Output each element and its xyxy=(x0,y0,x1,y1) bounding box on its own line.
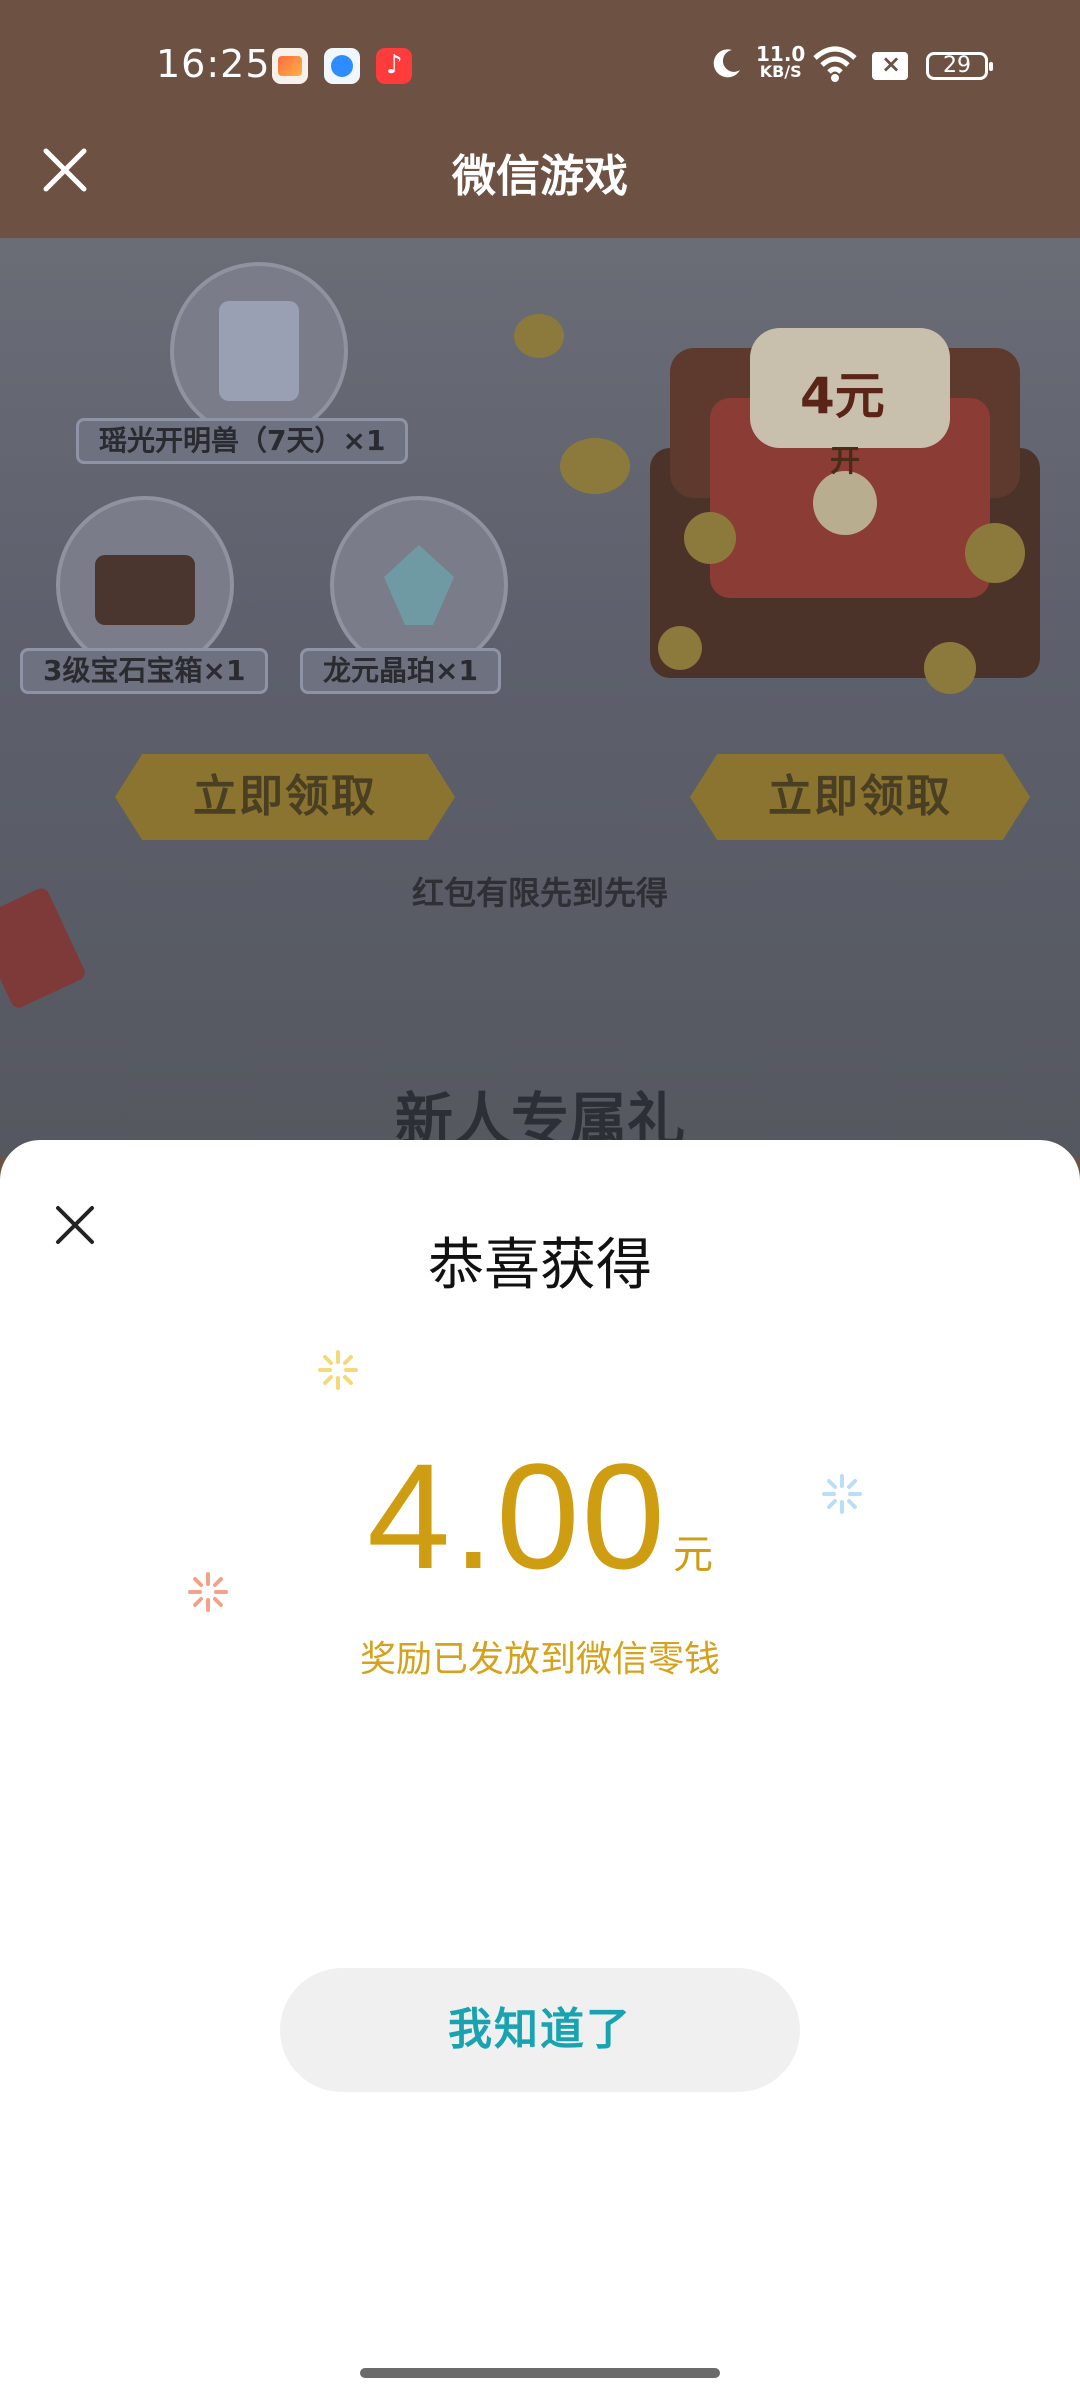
chest-open-label: 开 xyxy=(830,444,860,479)
sim-disabled-icon: × xyxy=(872,50,908,80)
reward-subtitle: 奖励已发放到微信零钱 xyxy=(359,1639,720,1680)
reward-item-label: 瑶光开明兽（7天）×1 xyxy=(76,418,409,464)
treasure-chest-image xyxy=(650,328,1040,694)
dialog-title: 恭喜获得 xyxy=(428,1233,652,1298)
do-not-disturb-moon-icon xyxy=(713,49,740,78)
reward-amount-value: 4.00 xyxy=(367,1432,667,1600)
gold-coin-decoration xyxy=(514,314,564,358)
reward-dialog: 恭喜获得 4.00 元 奖励已发放到微信零钱 我知道了 xyxy=(0,1140,1080,2400)
reward-item-image xyxy=(170,262,348,440)
sparkle-icon xyxy=(318,1350,358,1390)
limited-note: 红包有限先到先得 xyxy=(411,874,668,912)
browser-notification-icon xyxy=(324,48,360,84)
status-time: 16:25 xyxy=(156,42,271,86)
claim-button-right: 立即领取 xyxy=(690,754,1030,840)
reward-amount-unit: 元 xyxy=(672,1532,713,1578)
reward-item-label: 3级宝石宝箱×1 xyxy=(20,648,269,694)
status-bar: 16:25 11.0 KB/S × 29 xyxy=(0,0,1080,130)
page-title: 微信游戏 xyxy=(452,151,628,202)
game-page-background: 瑶光开明兽（7天）×1 3级宝石宝箱×1 龙元晶珀×1 4元 开 立即领取 立即… xyxy=(0,238,1080,1158)
chest-amount: 4元 xyxy=(800,367,885,425)
reward-item-label: 龙元晶珀×1 xyxy=(300,648,501,694)
network-speed: 11.0 KB/S xyxy=(756,44,805,80)
gold-coin-decoration xyxy=(560,438,630,494)
music-notification-icon xyxy=(376,48,412,84)
battery-indicator: 29 xyxy=(926,52,993,80)
reward-amount: 4.00 元 xyxy=(0,1430,1080,1603)
network-speed-unit: KB/S xyxy=(759,62,802,81)
network-speed-value: 11.0 xyxy=(756,42,806,66)
got-it-button[interactable]: 我知道了 xyxy=(280,1968,800,2092)
claim-button-left: 立即领取 xyxy=(115,754,455,840)
wifi-icon xyxy=(813,46,857,82)
app-notification-icon xyxy=(272,48,308,84)
home-indicator[interactable] xyxy=(360,2368,720,2378)
